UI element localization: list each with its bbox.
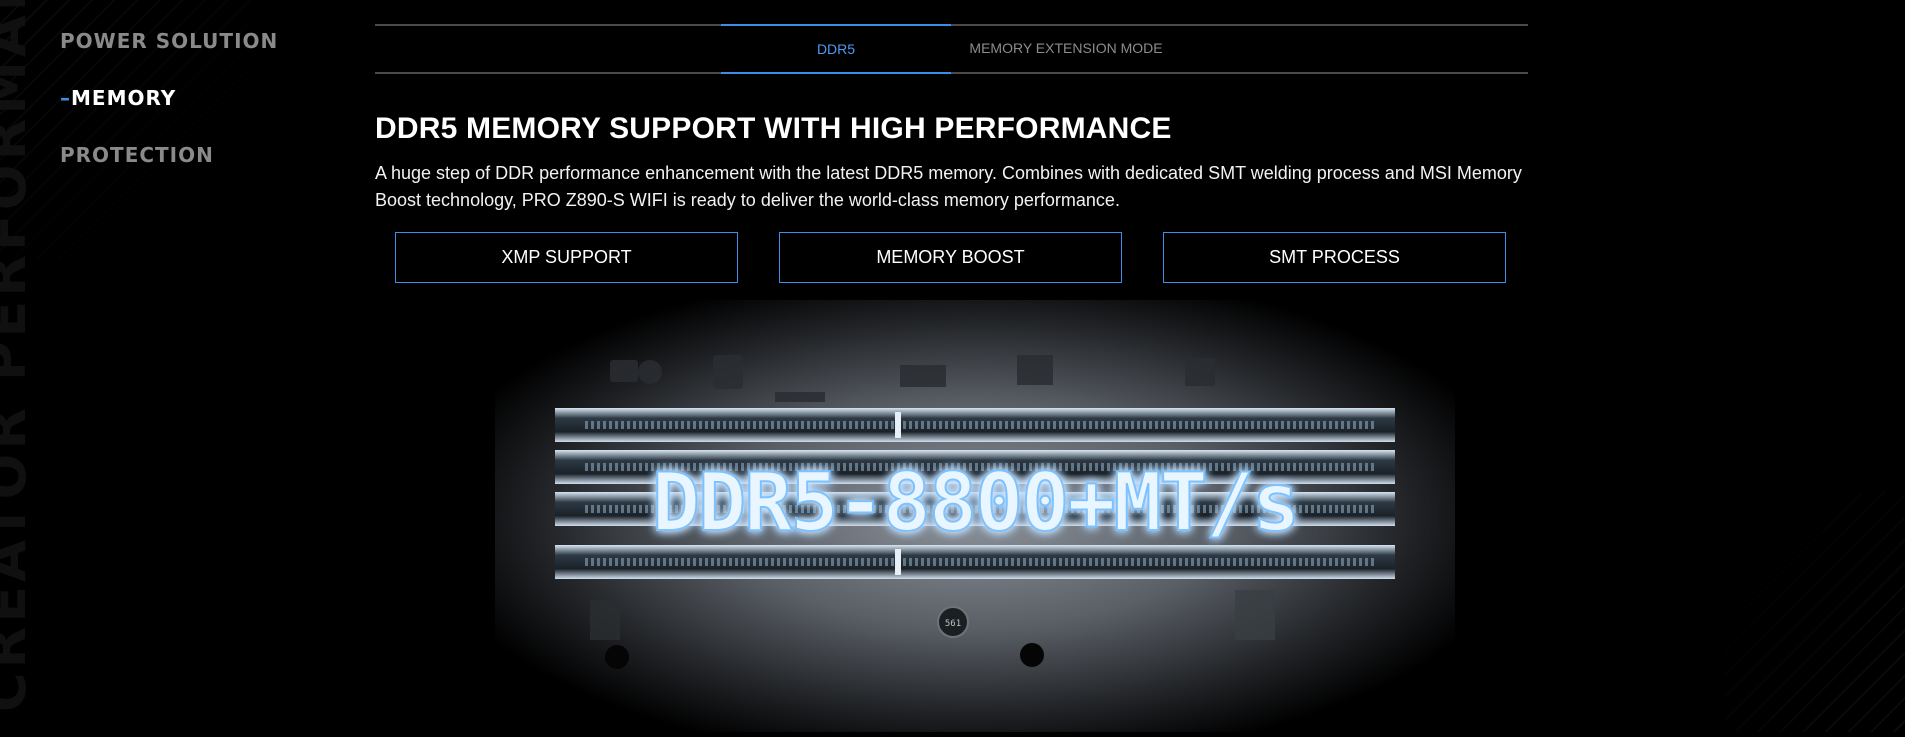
ddr5-speed-headline: DDR5-8800+MT/s bbox=[652, 456, 1298, 549]
memory-hero-image: 561 DDR5-8800+MT/s bbox=[495, 300, 1455, 732]
side-nav-item-memory[interactable]: – MEMORY bbox=[60, 85, 278, 142]
tab-memory-extension-mode[interactable]: MEMORY EXTENSION MODE bbox=[951, 24, 1181, 72]
decorative-stripes-right bbox=[1725, 492, 1905, 732]
section-description: A huge step of DDR performance enhanceme… bbox=[375, 163, 1522, 210]
active-marker: – bbox=[60, 86, 71, 110]
side-nav-item-power-solution[interactable]: POWER SOLUTION bbox=[60, 28, 278, 85]
side-nav-item-label: PROTECTION bbox=[60, 143, 214, 167]
background-vertical-text: CREATOR PERFORMANCE bbox=[0, 0, 38, 712]
chip-label: 561 bbox=[945, 619, 961, 629]
side-nav: POWER SOLUTION – MEMORY PROTECTION bbox=[60, 28, 278, 199]
side-nav-item-label: POWER SOLUTION bbox=[60, 29, 279, 53]
tab-ddr5[interactable]: DDR5 bbox=[721, 24, 951, 74]
section-title: DDR5 MEMORY SUPPORT WITH HIGH PERFORMANC… bbox=[375, 112, 1172, 145]
smt-process-button[interactable]: SMT PROCESS bbox=[1163, 232, 1506, 283]
tab-bar: DDR5 MEMORY EXTENSION MODE bbox=[375, 24, 1528, 74]
motherboard-illustration: 561 DDR5-8800+MT/s bbox=[495, 300, 1455, 732]
side-nav-item-protection[interactable]: PROTECTION bbox=[60, 142, 278, 199]
side-nav-item-label: MEMORY bbox=[71, 86, 177, 110]
memory-boost-button[interactable]: MEMORY BOOST bbox=[779, 232, 1122, 283]
xmp-support-button[interactable]: XMP SUPPORT bbox=[395, 232, 738, 283]
